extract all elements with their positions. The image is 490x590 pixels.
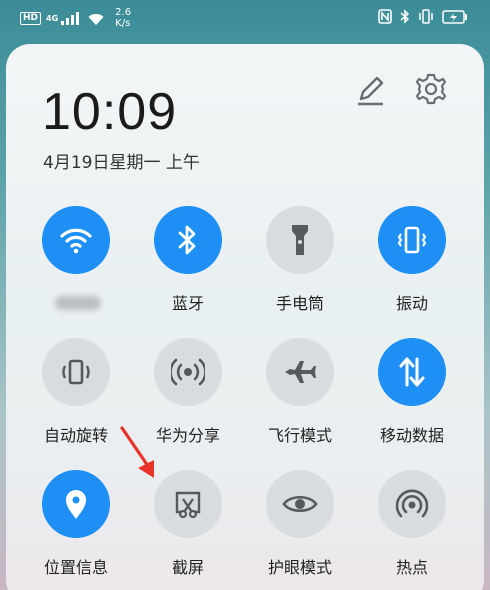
tile-wifi[interactable] (27, 206, 127, 316)
tile-screenshot-button[interactable] (154, 470, 222, 538)
tile-hotspot[interactable]: 热点 (363, 470, 463, 580)
tile-airplane-mode-label: 飞行模式 (267, 426, 332, 445)
quick-settings-panel: 10:09 4月19日星期一 上午 蓝牙 手电筒 振动 自动旋转 华为分享 飞行… (6, 44, 484, 590)
network-speed: 2.6 K/s (115, 7, 132, 29)
edit-button[interactable] (352, 72, 388, 108)
tile-vibrate[interactable]: 振动 (363, 206, 463, 316)
clock-time: 10:09 (42, 83, 178, 141)
location-icon (66, 490, 86, 519)
tile-huawei-share-button[interactable] (154, 338, 222, 406)
tile-flashlight-label: 手电筒 (275, 294, 324, 313)
gear-icon (415, 73, 447, 105)
tile-vibrate-button[interactable] (378, 206, 446, 274)
tile-location-button[interactable] (42, 470, 110, 538)
tile-flashlight-button[interactable] (266, 206, 334, 274)
battery-icon (442, 9, 467, 24)
annotation-arrow (120, 426, 154, 478)
wifi-status-icon (88, 13, 104, 25)
vibrate-status-icon (419, 9, 433, 24)
tile-vibrate-label: 振动 (395, 294, 428, 313)
pencil-icon (358, 76, 384, 106)
tile-location[interactable]: 位置信息 (27, 470, 127, 580)
mobile-data-icon (399, 357, 425, 387)
hd-badge: HD (20, 11, 42, 25)
screenshot-icon (175, 491, 201, 519)
flashlight-icon (292, 225, 308, 255)
tile-auto-rotate[interactable]: 自动旋转 (27, 338, 127, 448)
tile-hotspot-button[interactable] (378, 470, 446, 538)
vibrate-icon (397, 226, 427, 254)
share-icon (171, 358, 205, 386)
tile-airplane-mode[interactable]: 飞行模式 (251, 338, 351, 448)
airplane-icon (285, 361, 316, 383)
bluetooth-status-icon (400, 9, 410, 24)
tile-bluetooth-button[interactable] (154, 206, 222, 274)
tile-eye-comfort-button[interactable] (266, 470, 334, 538)
tile-bluetooth[interactable]: 蓝牙 (139, 206, 239, 316)
tile-auto-rotate-button[interactable] (42, 338, 110, 406)
tile-screenshot-label: 截屏 (171, 558, 204, 577)
bluetooth-icon (178, 225, 196, 255)
tile-wifi-button[interactable] (42, 206, 110, 274)
status-bar: HD 4G 2.6 K/s (0, 0, 490, 36)
clock-date: 4月19日星期一 上午 (43, 153, 200, 173)
tile-mobile-data-label: 移动数据 (379, 426, 444, 445)
tile-eye-comfort[interactable]: 护眼模式 (251, 470, 351, 580)
network-type: 4G (46, 13, 59, 23)
tile-hotspot-label: 热点 (395, 558, 428, 577)
tile-location-label: 位置信息 (43, 558, 108, 577)
tile-flashlight[interactable]: 手电筒 (251, 206, 351, 316)
tile-airplane-mode-button[interactable] (266, 338, 334, 406)
tile-screenshot[interactable]: 截屏 (139, 470, 239, 580)
auto-rotate-icon (62, 359, 90, 385)
hotspot-icon (395, 489, 429, 518)
tile-eye-comfort-label: 护眼模式 (267, 558, 332, 577)
settings-button[interactable] (412, 70, 450, 108)
wifi-network-name-blurred (55, 296, 101, 310)
nfc-icon (378, 9, 392, 24)
tile-mobile-data-button[interactable] (378, 338, 446, 406)
tile-mobile-data[interactable]: 移动数据 (363, 338, 463, 448)
tile-bluetooth-label: 蓝牙 (171, 294, 204, 313)
tile-auto-rotate-label: 自动旋转 (43, 426, 108, 445)
wifi-icon (60, 228, 92, 254)
signal-icon (61, 11, 80, 25)
eye-icon (282, 495, 318, 513)
